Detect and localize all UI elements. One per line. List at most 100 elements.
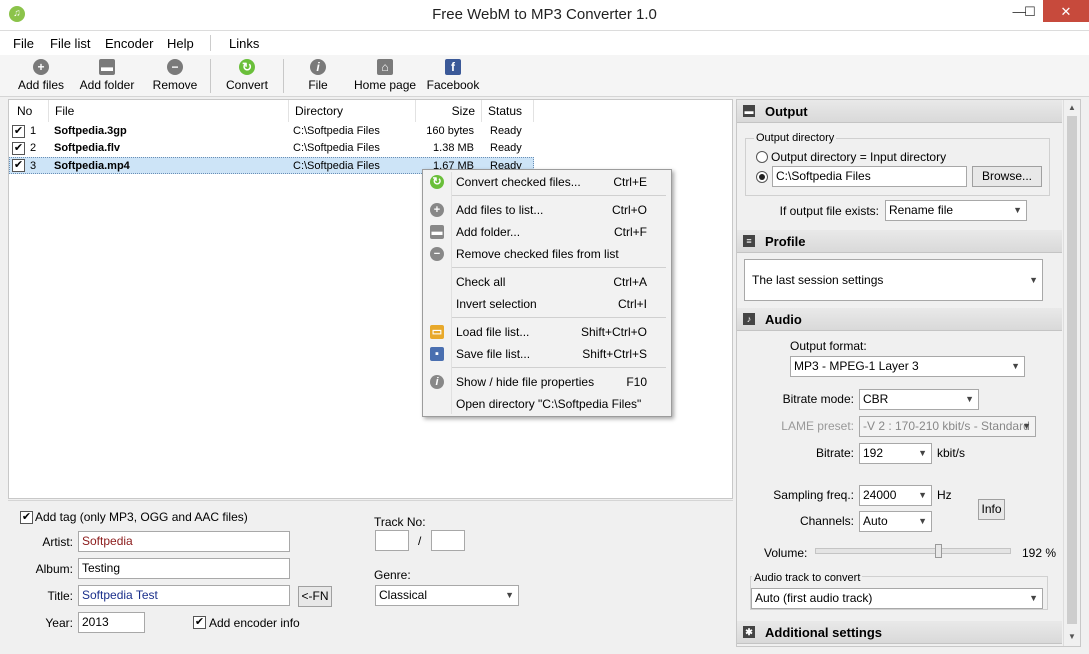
output-format-select[interactable]: MP3 - MPEG-1 Layer 3 ▼: [790, 356, 1025, 377]
row-checkbox[interactable]: ✔: [12, 159, 25, 172]
track-number-field[interactable]: [375, 530, 409, 551]
menu-item-shortcut: Shift+Ctrl+S: [582, 347, 647, 361]
remove-button[interactable]: − Remove: [150, 59, 200, 92]
row-status: Ready: [490, 142, 522, 154]
menu-item-save-list[interactable]: ▪ Save file list... Shift+Ctrl+S: [423, 343, 671, 365]
home-page-button[interactable]: ⌂ Home page: [354, 59, 416, 92]
bitrate-mode-select[interactable]: CBR ▼: [859, 389, 979, 410]
column-status[interactable]: Status: [482, 100, 534, 122]
close-button[interactable]: ✕: [1043, 0, 1089, 22]
menu-encoder[interactable]: Encoder: [105, 36, 153, 51]
table-row[interactable]: ✔ 1 Softpedia.3gp C:\Softpedia Files 160…: [9, 123, 534, 140]
column-directory[interactable]: Directory: [289, 100, 416, 122]
menu-file[interactable]: File: [13, 36, 34, 51]
audio-track-group-label: Audio track to convert: [752, 572, 863, 584]
if-exists-select[interactable]: Rename file ▼: [885, 200, 1027, 221]
file-button[interactable]: i File: [300, 59, 336, 92]
menu-item-label: Convert checked files...: [456, 175, 581, 189]
fn-button[interactable]: <-FN: [298, 586, 332, 607]
info-button[interactable]: Info: [978, 499, 1005, 520]
menu-item-shortcut: Ctrl+O: [611, 203, 647, 217]
window-title: Free WebM to MP3 Converter 1.0: [432, 6, 657, 23]
profile-header-label: Profile: [765, 234, 806, 249]
menu-item-convert[interactable]: ↻ Convert checked files... Ctrl+E: [423, 171, 671, 193]
track-separator: /: [418, 534, 422, 548]
audio-header-label: Audio: [765, 312, 802, 327]
minus-icon: −: [430, 247, 444, 261]
add-encoder-checkbox[interactable]: ✔: [193, 616, 206, 629]
row-no: 1: [30, 125, 37, 137]
column-size[interactable]: Size: [416, 100, 482, 122]
menu-item-add-folder[interactable]: ▬ Add folder... Ctrl+F: [423, 221, 671, 243]
menu-item-remove[interactable]: − Remove checked files from list: [423, 243, 671, 265]
convert-label: Convert: [225, 78, 269, 92]
channels-select[interactable]: Auto ▼: [859, 511, 932, 532]
lame-preset-select[interactable]: -V 2 : 170-210 kbit/s - Standard ▼: [859, 416, 1036, 437]
gear-icon: ✱: [743, 626, 755, 638]
menu-help[interactable]: Help: [167, 36, 194, 51]
genre-label: Genre:: [374, 568, 411, 582]
scroll-down-icon[interactable]: ▼: [1068, 632, 1076, 641]
convert-icon: ↻: [430, 175, 444, 189]
browse-button[interactable]: Browse...: [972, 166, 1042, 187]
menu-item-open-directory[interactable]: Open directory "C:\Softpedia Files": [423, 393, 671, 415]
settings-scrollbar[interactable]: ▲ ▼: [1063, 100, 1080, 646]
channels-label: Channels:: [799, 514, 854, 528]
tag-panel: ✔ Add tag (only MP3, OGG and AAC files) …: [8, 500, 733, 646]
row-directory: C:\Softpedia Files: [293, 125, 380, 137]
row-file: Softpedia.3gp: [54, 125, 127, 137]
add-tag-checkbox[interactable]: ✔: [20, 511, 33, 524]
radio-input-directory[interactable]: [756, 151, 768, 163]
volume-slider-handle[interactable]: [935, 544, 942, 558]
additional-settings-header[interactable]: ✱ Additional settings: [737, 621, 1062, 644]
audio-section-header[interactable]: ♪ Audio: [737, 308, 1062, 331]
scrollbar-thumb[interactable]: [1067, 116, 1077, 624]
add-folder-button[interactable]: ▬ Add folder: [78, 59, 136, 92]
title-field[interactable]: Softpedia Test: [78, 585, 290, 606]
maximize-button[interactable]: ☐: [1022, 0, 1038, 24]
menu-item-add-files[interactable]: + Add files to list... Ctrl+O: [423, 199, 671, 221]
menu-item-check-all[interactable]: Check all Ctrl+A: [423, 271, 671, 293]
menu-file-list[interactable]: File list: [50, 36, 90, 51]
genre-select[interactable]: Classical ▼: [375, 585, 519, 606]
volume-slider-track[interactable]: [815, 548, 1011, 554]
radio-custom-directory[interactable]: [756, 171, 768, 183]
sampling-select[interactable]: 24000 ▼: [859, 485, 932, 506]
row-file: Softpedia.mp4: [54, 160, 130, 172]
column-no[interactable]: No: [11, 100, 49, 122]
menu-bar: File File list Encoder Help Links: [0, 31, 1089, 55]
menu-links[interactable]: Links: [229, 36, 259, 51]
output-directory-field[interactable]: C:\Softpedia Files: [772, 166, 967, 187]
facebook-button[interactable]: f Facebook: [426, 59, 480, 92]
profile-section-header[interactable]: ≡ Profile: [737, 230, 1062, 253]
menu-item-invert-selection[interactable]: Invert selection Ctrl+I: [423, 293, 671, 315]
lame-preset-value: -V 2 : 170-210 kbit/s - Standard: [863, 419, 1030, 433]
menu-item-label: Add files to list...: [456, 203, 544, 217]
convert-button[interactable]: ↻ Convert: [222, 59, 272, 92]
table-row[interactable]: ✔ 2 Softpedia.flv C:\Softpedia Files 1.3…: [9, 140, 534, 157]
toolbar: + Add files ▬ Add folder − Remove ↻ Conv…: [0, 55, 1089, 97]
scroll-up-icon[interactable]: ▲: [1068, 103, 1076, 112]
add-files-button[interactable]: + Add files: [14, 59, 68, 92]
menu-item-label: Open directory "C:\Softpedia Files": [456, 397, 642, 411]
add-folder-label: Add folder: [79, 78, 135, 92]
chevron-down-icon: ▼: [1029, 593, 1038, 603]
audio-track-select[interactable]: Auto (first audio track) ▼: [751, 588, 1043, 609]
folder-icon: ▬: [430, 225, 444, 239]
bitrate-unit: kbit/s: [937, 446, 966, 460]
row-checkbox[interactable]: ✔: [12, 125, 25, 138]
track-total-field[interactable]: [431, 530, 465, 551]
row-no: 2: [30, 142, 37, 154]
menu-item-file-properties[interactable]: i Show / hide file properties F10: [423, 371, 671, 393]
menu-item-load-list[interactable]: ▭ Load file list... Shift+Ctrl+O: [423, 321, 671, 343]
row-checkbox[interactable]: ✔: [12, 142, 25, 155]
column-file[interactable]: File: [49, 100, 289, 122]
menu-item-label: Invert selection: [456, 297, 537, 311]
profile-select[interactable]: The last session settings ▼: [744, 259, 1043, 301]
year-field[interactable]: 2013: [78, 612, 145, 633]
bitrate-value: 192: [863, 446, 884, 460]
output-section-header[interactable]: ▬ Output: [737, 100, 1062, 123]
artist-field[interactable]: Softpedia: [78, 531, 290, 552]
bitrate-select[interactable]: 192 ▼: [859, 443, 932, 464]
album-field[interactable]: Testing: [78, 558, 290, 579]
